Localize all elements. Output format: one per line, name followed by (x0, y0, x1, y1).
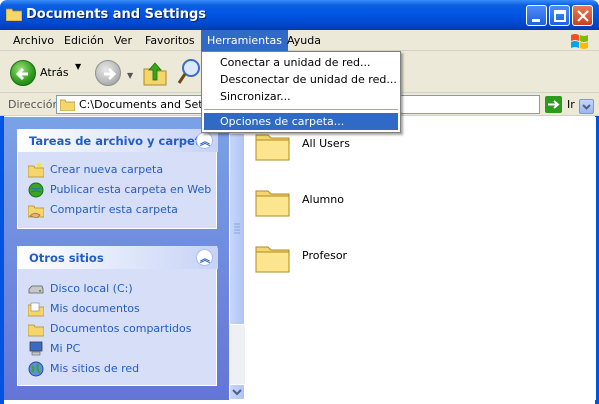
task-label: Mis documentos (50, 302, 140, 315)
menu-bar: Archivo Edición Ver Favoritos Herramient… (0, 30, 599, 51)
task-label: Mi PC (50, 342, 81, 355)
minimize-button[interactable] (526, 5, 547, 26)
tasks-panel: Tareas de archivo y carpeta ︽ Crear nuev… (17, 129, 218, 229)
back-arrow-icon (10, 60, 36, 86)
menu-archivo[interactable]: Archivo (7, 30, 60, 51)
search-icon[interactable] (177, 57, 201, 87)
windows-logo-icon (571, 34, 588, 49)
grip-icon (234, 223, 240, 234)
menu-item-synchronize[interactable]: Sincronizar... (204, 88, 398, 105)
new-folder-icon (28, 162, 44, 178)
chevron-up-icon: ︽ (200, 254, 210, 265)
go-button[interactable] (545, 96, 562, 113)
task-pane: Tareas de archivo y carpeta ︽ Crear nuev… (4, 117, 230, 400)
address-label: Dirección (8, 98, 60, 111)
folder-item[interactable]: Alumno (255, 183, 455, 223)
file-list: All Users Alumno Profesor (245, 117, 596, 400)
maximize-icon (554, 10, 566, 22)
go-arrow-icon (548, 100, 560, 109)
tools-dropdown-menu: Conectar a unidad de red... Desconectar … (201, 51, 401, 133)
folder-name: Profesor (302, 249, 348, 262)
task-label: Publicar esta carpeta en Web (50, 183, 212, 196)
other-places-panel: Otros sitios ︽ Disco local (C:) Mis docu… (17, 246, 218, 386)
title-bar[interactable]: Documents and Settings (0, 0, 599, 30)
address-dropdown-button[interactable] (579, 99, 594, 114)
forward-arrow-icon (104, 67, 117, 81)
back-label: Atrás (40, 66, 69, 79)
task-label: Crear nueva carpeta (50, 163, 164, 176)
close-icon (577, 10, 589, 22)
up-folder-icon[interactable] (143, 60, 167, 86)
menu-edicion[interactable]: Edición (58, 30, 110, 51)
menu-ayuda[interactable]: Ayuda (281, 30, 327, 51)
window-title: Documents and Settings (26, 7, 207, 22)
task-pane-scrollbar[interactable] (229, 117, 245, 400)
forward-button[interactable] (95, 60, 121, 86)
shared-documents-icon (28, 324, 44, 337)
menu-favoritos[interactable]: Favoritos (139, 30, 201, 51)
documents-folder-icon (28, 302, 44, 317)
task-label: Documentos compartidos (50, 322, 192, 335)
computer-icon (29, 341, 43, 356)
task-label: Disco local (C:) (50, 282, 133, 295)
folder-item[interactable]: Profesor (255, 239, 455, 279)
chevron-down-icon (232, 389, 242, 396)
folder-icon (255, 190, 290, 217)
folder-icon (60, 99, 75, 111)
drive-icon (28, 285, 44, 294)
menu-item-connect-drive[interactable]: Conectar a unidad de red... (204, 54, 398, 71)
chevron-down-icon (582, 104, 591, 110)
tasks-panel-header[interactable]: Tareas de archivo y carpeta ︽ (18, 129, 218, 152)
go-label[interactable]: Ir (567, 98, 575, 111)
folder-name: All Users (302, 137, 350, 150)
folder-item[interactable]: All Users (255, 127, 455, 167)
collapse-button[interactable]: ︽ (196, 249, 213, 266)
menu-separator (204, 109, 398, 110)
menu-herramientas[interactable]: Herramientas (201, 30, 288, 51)
other-places-header[interactable]: Otros sitios ︽ (18, 246, 218, 269)
scroll-down-button[interactable] (229, 384, 245, 400)
close-button[interactable] (572, 5, 593, 26)
task-label: Mis sitios de red (50, 362, 140, 375)
minimize-icon (532, 19, 540, 22)
chevron-up-icon: ︽ (200, 137, 210, 148)
folder-icon (255, 246, 290, 273)
web-publish-icon (28, 182, 44, 198)
folder-icon (6, 8, 22, 21)
network-icon (28, 361, 44, 377)
tasks-panel-title: Tareas de archivo y carpeta (29, 134, 209, 148)
maximize-button[interactable] (549, 5, 570, 26)
scroll-thumb[interactable] (229, 133, 245, 325)
other-places-title: Otros sitios (29, 251, 104, 265)
share-folder-icon (28, 205, 44, 218)
address-value: C:\Documents and Settin (79, 98, 217, 111)
collapse-button[interactable]: ︽ (196, 132, 213, 149)
forward-dropdown-icon[interactable]: ▼ (127, 71, 133, 80)
back-dropdown-icon[interactable]: ▼ (75, 62, 81, 71)
menu-ver[interactable]: Ver (108, 30, 138, 51)
menu-item-disconnect-drive[interactable]: Desconectar de unidad de red... (204, 71, 398, 88)
folder-name: Alumno (302, 193, 344, 206)
task-label: Compartir esta carpeta (50, 203, 178, 216)
menu-item-folder-options[interactable]: Opciones de carpeta... (204, 113, 398, 130)
